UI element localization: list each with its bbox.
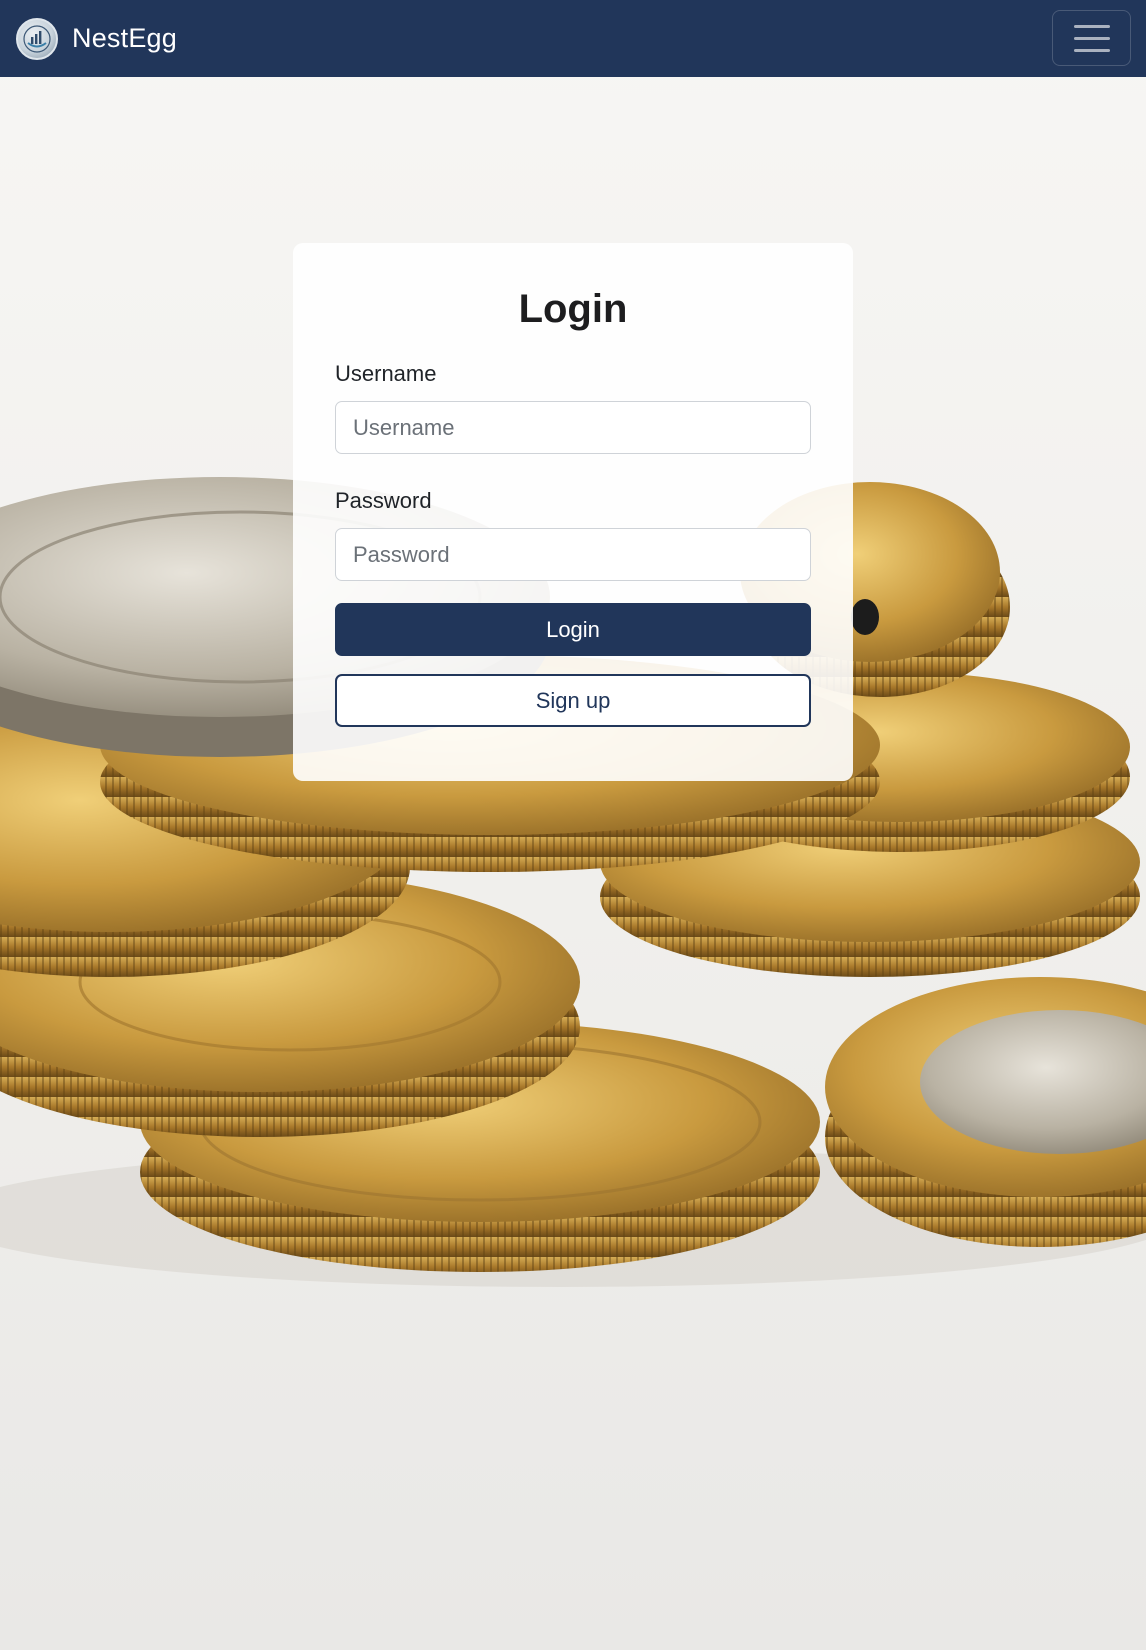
signup-button[interactable]: Sign up — [335, 674, 811, 727]
brand-link[interactable]: NestEgg — [16, 17, 177, 60]
hamburger-menu-icon — [1073, 24, 1110, 28]
password-input[interactable] — [335, 528, 811, 581]
password-label: Password — [335, 488, 432, 513]
nest-egg-logo-icon — [16, 17, 58, 60]
username-label: Username — [335, 361, 437, 386]
login-title: Login — [518, 287, 628, 331]
menu-toggle-button[interactable] — [1052, 10, 1131, 66]
login-button[interactable]: Login — [335, 603, 811, 656]
username-input[interactable] — [335, 401, 811, 454]
brand-name: NestEgg — [72, 23, 177, 53]
top-navbar: NestEgg — [0, 0, 1146, 77]
login-card: Login Username Password Login Sign up — [293, 243, 853, 781]
